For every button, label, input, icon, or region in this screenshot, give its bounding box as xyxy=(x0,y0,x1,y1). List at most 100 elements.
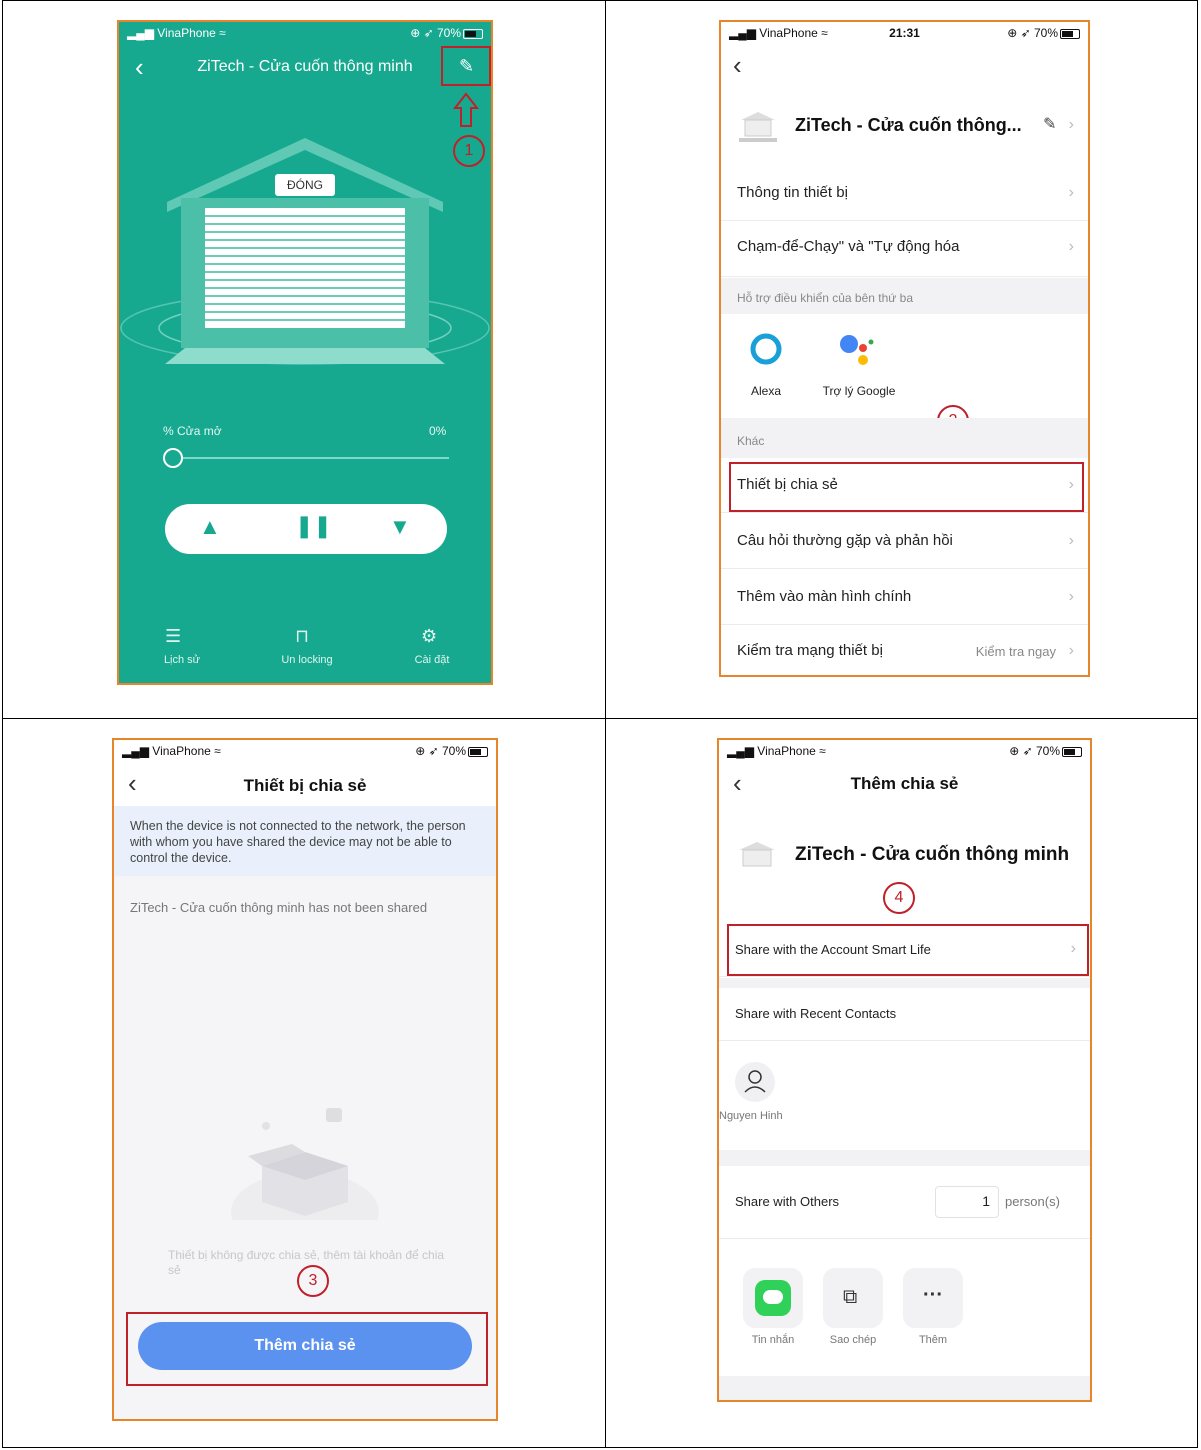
status-bar: ▂▄▆ VinaPhone ≈ ⊕ ➶ 70% xyxy=(114,740,496,762)
device-thumb-icon xyxy=(739,110,777,142)
row-tap-to-run[interactable]: Chạm-để-Chạy" và "Tự động hóa › xyxy=(721,222,1088,277)
grid-line xyxy=(1197,0,1198,1448)
google-assistant-icon[interactable] xyxy=(839,332,879,368)
not-shared-text: ZiTech - Cửa cuốn thông minh has not bee… xyxy=(130,900,428,915)
grid-line xyxy=(2,0,3,1448)
pause-icon[interactable]: ❚❚ xyxy=(295,513,332,539)
open-slider[interactable] xyxy=(171,457,449,459)
page-title: Thiết bị chia sẻ xyxy=(243,776,367,795)
status-right: ⊕ ➶ 70% xyxy=(1009,744,1082,758)
copy-link-button[interactable]: ⧉ xyxy=(823,1268,883,1328)
share-app-label: Thêm xyxy=(918,1334,948,1346)
alexa-label: Alexa xyxy=(750,384,782,398)
more-share-button[interactable]: ··· xyxy=(903,1268,963,1328)
gear-icon[interactable]: ⚙ xyxy=(421,626,437,647)
status-bar: ▂▄▆ VinaPhone ≈ 21:31 ⊕ ➶ 70% xyxy=(721,22,1088,44)
count-unit: person(s) xyxy=(1005,1194,1060,1209)
chevron-right-icon: › xyxy=(1068,532,1074,549)
page-title: Thêm chia sẻ xyxy=(850,774,959,793)
row-label: Share with Others xyxy=(735,1194,840,1209)
open-up-icon[interactable]: ▲ xyxy=(199,514,221,540)
notice-banner: When the device is not connected to the … xyxy=(114,806,496,876)
chevron-right-icon: › xyxy=(1068,184,1074,201)
contact-name: Nguyen Hinh xyxy=(719,1110,783,1122)
door-state-label: ĐÓNG xyxy=(287,178,323,192)
grid-line xyxy=(2,0,1198,1)
highlight-share-account xyxy=(727,924,1089,976)
empty-box-illustration xyxy=(231,1108,379,1220)
share-app-label: Sao chép xyxy=(829,1334,877,1346)
row-label: Thêm vào màn hình chính xyxy=(737,588,912,605)
step-marker: 3 xyxy=(297,1265,329,1297)
carrier: ▂▄▆ VinaPhone ≈ xyxy=(727,744,826,758)
separator xyxy=(719,978,1090,988)
screenshot-shared-devices: ▂▄▆ VinaPhone ≈ ⊕ ➶ 70% ‹ Thiết bị chia … xyxy=(112,738,498,1421)
share-app-label: Tin nhắn xyxy=(751,1334,795,1346)
highlight-edit xyxy=(441,46,491,86)
row-label: Thông tin thiết bị xyxy=(737,184,848,201)
status-right: ⊕ ➶ 70% xyxy=(410,26,483,40)
grid-line xyxy=(2,1447,1198,1448)
row-label: Câu hỏi thường gặp và phản hồi xyxy=(737,532,953,549)
tab-unlocking[interactable]: Un locking xyxy=(269,654,345,666)
arrow-up-icon xyxy=(453,92,479,127)
edit-icon[interactable]: ✎ xyxy=(1043,114,1056,134)
status-right: ⊕ ➶ 70% xyxy=(1007,26,1080,40)
separator xyxy=(719,1150,1090,1166)
history-icon[interactable]: ☰ xyxy=(165,626,181,647)
screenshot-device-settings: ▂▄▆ VinaPhone ≈ 21:31 ⊕ ➶ 70% ‹ ZiTech -… xyxy=(719,20,1090,677)
device-title: ZiTech - Cửa cuốn thông... xyxy=(795,115,1022,135)
row-add-home[interactable]: Thêm vào màn hình chính › xyxy=(721,570,1088,625)
row-network-check[interactable]: Kiểm tra mạng thiết bị Kiểm tra ngay › xyxy=(721,626,1088,675)
chevron-right-icon: › xyxy=(1068,116,1074,133)
bottom-band xyxy=(719,1376,1090,1400)
step-marker: 4 xyxy=(883,882,915,914)
tab-settings[interactable]: Cài đặt xyxy=(399,654,465,666)
screenshot-device-control: ▂▄▆ VinaPhone ≈ ⊕ ➶ 70% ‹ ZiTech - Cửa c… xyxy=(117,20,493,685)
row-label: Share with Recent Contacts xyxy=(735,1006,897,1021)
highlight-add-share xyxy=(126,1312,488,1386)
google-label: Trợ lý Google xyxy=(822,384,896,398)
section-other: Khác xyxy=(721,418,1088,458)
more-icon: ··· xyxy=(923,1284,943,1306)
back-icon[interactable]: ‹ xyxy=(733,50,742,81)
chevron-right-icon: › xyxy=(1068,588,1074,605)
grid-line xyxy=(2,718,1198,719)
alexa-icon[interactable] xyxy=(749,332,783,368)
slider-thumb[interactable] xyxy=(163,448,183,468)
message-icon xyxy=(755,1280,791,1316)
slider-label: % Cửa mở xyxy=(163,424,222,438)
row-label: Kiểm tra mạng thiết bị xyxy=(737,642,883,659)
recent-contacts-header: Share with Recent Contacts xyxy=(719,988,1090,1041)
garage-door-illustration xyxy=(120,138,490,365)
check-now-link[interactable]: Kiểm tra ngay xyxy=(976,644,1056,659)
device-title: ZiTech - Cửa cuốn thông minh xyxy=(197,58,413,75)
section-header: Khác xyxy=(737,434,765,448)
status-right: ⊕ ➶ 70% xyxy=(415,744,488,758)
tab-history[interactable]: Lịch sử xyxy=(149,654,215,666)
status-bar: ▂▄▆ VinaPhone ≈ ⊕ ➶ 70% xyxy=(719,740,1090,762)
close-down-icon[interactable]: ▼ xyxy=(389,514,411,540)
chevron-right-icon: › xyxy=(1068,642,1074,659)
door-control-bar: ▲ ❚❚ ▼ xyxy=(165,504,447,554)
grid-line xyxy=(605,0,606,1448)
chevron-right-icon: › xyxy=(1068,238,1074,255)
row-label: Chạm-để-Chạy" và "Tự động hóa xyxy=(737,238,960,255)
device-thumb-icon xyxy=(737,840,777,868)
copy-icon: ⧉ xyxy=(843,1286,858,1308)
notice-text: When the device is not connected to the … xyxy=(130,819,466,865)
carrier: ▂▄▆ VinaPhone ≈ xyxy=(122,744,221,758)
screenshot-add-share: ▂▄▆ VinaPhone ≈ ⊕ ➶ 70% ‹ Thêm chia sẻ Z… xyxy=(717,738,1092,1402)
row-share-others: Share with Others 1 person(s) xyxy=(719,1166,1090,1239)
count-value: 1 xyxy=(982,1193,990,1209)
device-title: ZiTech - Cửa cuốn thông minh xyxy=(795,844,1070,865)
person-count-input[interactable]: 1 xyxy=(935,1186,999,1218)
status-bar: ▂▄▆ VinaPhone ≈ ⊕ ➶ 70% xyxy=(119,22,491,44)
row-faq[interactable]: Câu hỏi thường gặp và phản hồi › xyxy=(721,514,1088,569)
slider-value: 0% xyxy=(429,424,447,438)
avatar[interactable] xyxy=(735,1062,775,1102)
share-messages-button[interactable] xyxy=(743,1268,803,1328)
section-third-party: Hỗ trợ điều khiển của bên thứ ba xyxy=(721,278,1088,314)
unlock-icon[interactable]: ⊓ xyxy=(295,626,309,647)
row-device-info[interactable]: Thông tin thiết bị › xyxy=(721,168,1088,221)
